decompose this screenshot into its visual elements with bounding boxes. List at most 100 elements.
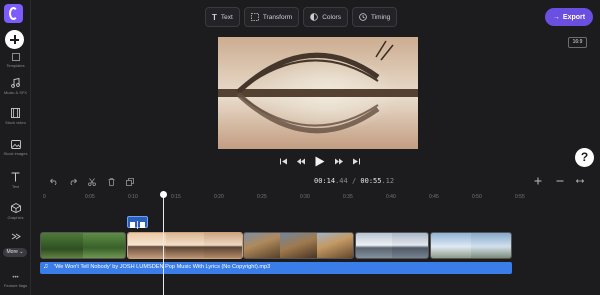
- ruler-tick: 0:20: [214, 194, 224, 200]
- duplicate-icon[interactable]: [126, 178, 134, 186]
- total-time-fraction: .12: [381, 177, 395, 185]
- clip-thumbnail: [166, 233, 204, 258]
- properties-toolbar: T Text Transform Colors Timing: [205, 7, 398, 27]
- preview-frame: [218, 37, 418, 149]
- timeline-ruler[interactable]: 0 0:05 0:10 0:15 0:20 0:25 0:30 0:35 0:4…: [31, 192, 600, 204]
- ruler-tick: 0:55: [515, 194, 525, 200]
- time-separator: /: [347, 177, 361, 185]
- ruler-tick: 0:40: [386, 194, 396, 200]
- timeline-controls: 00:14.44 / 00:55.12: [31, 173, 600, 191]
- sidebar-item-music[interactable]: Music & SFX: [0, 78, 31, 95]
- timing-button[interactable]: Timing: [351, 7, 398, 27]
- ruler-tick: 0:25: [257, 194, 267, 200]
- ruler-tick: 0:35: [343, 194, 353, 200]
- text-button[interactable]: T Text: [205, 7, 240, 27]
- ruler-tick: 0:45: [429, 194, 439, 200]
- playhead-handle[interactable]: [160, 191, 167, 198]
- timing-button-label: Timing: [370, 13, 391, 21]
- export-button[interactable]: → Export: [545, 8, 593, 26]
- sidebar-item-label: Stock video: [5, 120, 26, 125]
- playhead[interactable]: [163, 195, 164, 295]
- ruler-tick: 0:05: [85, 194, 95, 200]
- skip-start-icon[interactable]: [280, 158, 287, 165]
- sidebar-item-feature-flags[interactable]: ••• Feature flags: [0, 275, 31, 288]
- ruler-tick: 0:30: [300, 194, 310, 200]
- video-clip[interactable]: [430, 232, 512, 259]
- video-clip[interactable]: [40, 232, 126, 259]
- sidebar-item-transitions[interactable]: [0, 232, 31, 241]
- shapes-icon: [10, 203, 21, 213]
- ruler-tick: 0:10: [128, 194, 138, 200]
- text-button-label: Text: [220, 13, 233, 21]
- play-icon[interactable]: [315, 156, 325, 167]
- sidebar-item-label: Stock images: [3, 151, 28, 156]
- rewind-icon[interactable]: [297, 158, 305, 165]
- video-clip[interactable]: [355, 232, 429, 259]
- clip-thumbnail: [431, 233, 471, 258]
- sidebar-item-label: Text: [11, 184, 20, 189]
- aspect-ratio-button[interactable]: 16:9: [568, 37, 587, 48]
- clip-thumbnail: [356, 233, 392, 258]
- text-icon: T: [212, 12, 217, 22]
- image-icon: [10, 140, 21, 149]
- playback-controls: [280, 154, 360, 168]
- add-media-button[interactable]: [5, 30, 24, 49]
- video-clip-selected[interactable]: [127, 232, 243, 259]
- sidebar-item-stock-images[interactable]: Stock images: [0, 140, 31, 156]
- current-time-fraction: .44: [335, 177, 348, 185]
- clip-thumbnail: [471, 233, 511, 258]
- music-note-icon: ♫: [43, 263, 49, 270]
- chevron-down-icon: ⌄: [19, 249, 24, 255]
- audio-clip[interactable]: ♫ 'We Won't Tell Nobody' by JOSH LUMSDEN…: [40, 262, 512, 274]
- transform-button-label: Transform: [262, 13, 293, 21]
- delete-icon[interactable]: [108, 178, 115, 186]
- more-button[interactable]: More ⌄: [3, 248, 27, 257]
- ruler-tick: 0:15: [171, 194, 181, 200]
- export-button-label: Export: [562, 13, 586, 21]
- templates-icon: [11, 53, 20, 61]
- scissors-icon[interactable]: [88, 178, 96, 186]
- clip-thumbnail: [83, 233, 125, 258]
- text-icon: [11, 172, 20, 182]
- current-time: 00:14: [314, 177, 336, 185]
- sidebar-item-label: Feature flags: [3, 283, 28, 288]
- clip-thumbnail: [244, 233, 281, 258]
- video-preview[interactable]: [218, 37, 418, 149]
- transitions-icon: [11, 233, 21, 240]
- transform-icon: [250, 13, 259, 21]
- clipchamp-logo[interactable]: [4, 4, 23, 23]
- help-button[interactable]: ?: [575, 148, 594, 167]
- colors-button[interactable]: Colors: [303, 7, 348, 27]
- more-dots-icon: •••: [12, 275, 19, 281]
- clip-thumbnail: [392, 233, 428, 258]
- sidebar-item-graphics[interactable]: Graphics: [0, 203, 31, 220]
- sidebar-item-label: Music & SFX: [3, 90, 28, 95]
- timecode-display: 00:14.44 / 00:55.12: [314, 177, 394, 185]
- fit-timeline-icon[interactable]: [576, 178, 584, 184]
- clip-thumbnail: [316, 233, 353, 258]
- undo-icon[interactable]: [50, 178, 58, 185]
- clip-thumbnail: [280, 233, 317, 258]
- redo-icon[interactable]: [69, 178, 77, 185]
- colors-icon: [310, 13, 318, 21]
- zoom-out-icon[interactable]: [556, 177, 564, 185]
- film-icon: [11, 108, 20, 118]
- sidebar-item-label: Graphics: [7, 215, 24, 220]
- clip-thumbnail: [204, 233, 242, 258]
- sidebar-item-templates[interactable]: Templates: [0, 53, 31, 68]
- sidebar-item-text[interactable]: Text: [0, 172, 31, 189]
- more-label: More: [6, 249, 18, 255]
- split-icon: [130, 221, 145, 229]
- split-clip-marker[interactable]: [127, 216, 148, 229]
- transform-button[interactable]: Transform: [243, 7, 300, 27]
- colors-button-label: Colors: [322, 13, 341, 21]
- sidebar-item-stock-video[interactable]: Stock video: [0, 108, 31, 125]
- video-clip[interactable]: [243, 232, 354, 259]
- ruler-tick: 0: [43, 194, 46, 200]
- zoom-in-icon[interactable]: [534, 177, 542, 185]
- fast-forward-icon[interactable]: [335, 158, 343, 165]
- clip-thumbnail: [128, 233, 166, 258]
- skip-end-icon[interactable]: [353, 158, 360, 165]
- sidebar-item-label: Templates: [6, 63, 25, 68]
- music-icon: [11, 78, 20, 88]
